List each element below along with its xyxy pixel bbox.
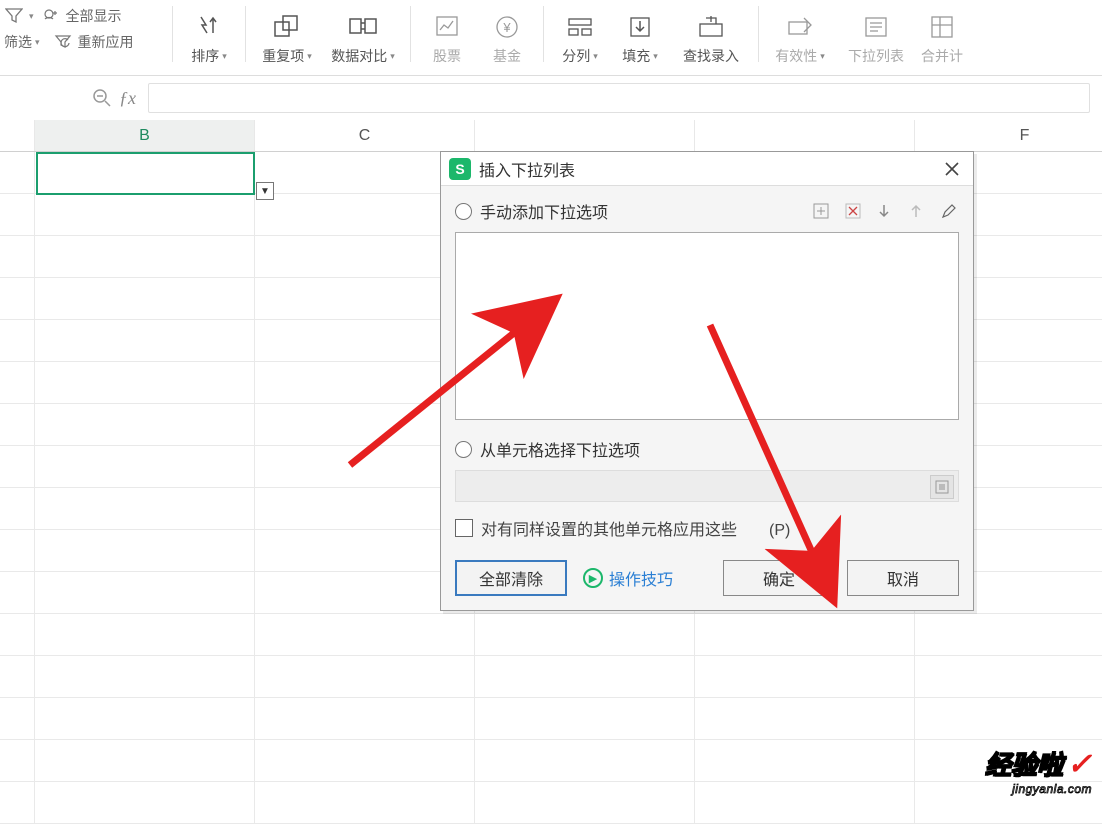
stock-button[interactable]: 股票: [417, 0, 477, 66]
dropdown-list-icon: [859, 10, 893, 44]
find-entry-icon: [694, 10, 728, 44]
reapply-button[interactable]: 重新应用: [52, 32, 134, 52]
stock-icon: [430, 10, 464, 44]
validity-button[interactable]: 有效性▾: [765, 0, 835, 66]
apply-others-checkbox[interactable]: [455, 519, 473, 537]
move-down-icon[interactable]: [877, 203, 895, 219]
col-header-C[interactable]: C: [255, 120, 475, 151]
tips-label: 操作技巧: [609, 566, 673, 590]
manual-radio-label: 手动添加下拉选项: [480, 199, 813, 223]
cell-range-input[interactable]: [455, 470, 959, 502]
col-header-D[interactable]: [475, 120, 695, 151]
find-entry-label: 查找录入: [683, 46, 739, 66]
reapply-label: 重新应用: [78, 32, 134, 52]
formula-input[interactable]: [148, 83, 1090, 113]
column-headers: B C F: [0, 120, 1102, 152]
merge-calc-button[interactable]: 合并计: [917, 0, 967, 66]
merge-calc-label: 合并计: [921, 46, 963, 66]
duplicates-icon: [270, 10, 304, 44]
data-compare-button[interactable]: 数据对比▾: [322, 0, 404, 66]
filter-label: 筛选: [4, 32, 32, 52]
options-listbox[interactable]: [455, 232, 959, 420]
col-header-B[interactable]: B: [35, 120, 255, 151]
fund-button[interactable]: ¥ 基金: [477, 0, 537, 66]
fx-icon[interactable]: ƒx: [119, 88, 136, 109]
show-all-button[interactable]: 全部显示: [40, 6, 122, 26]
fill-label: 填充: [622, 46, 650, 66]
move-up-icon[interactable]: [909, 203, 927, 219]
fill-icon: [623, 10, 657, 44]
ok-button[interactable]: 确定: [723, 560, 835, 596]
validity-label: 有效性: [775, 46, 817, 66]
validity-icon: [783, 10, 817, 44]
watermark: 经验啦 ✓ jingyanla.com: [985, 745, 1092, 796]
data-compare-icon: [346, 10, 380, 44]
check-mark-icon: ✓: [1067, 747, 1092, 782]
cell-radio[interactable]: [455, 441, 472, 458]
dropdown-list-button[interactable]: 下拉列表: [835, 0, 917, 66]
close-button[interactable]: [939, 156, 965, 182]
cell-radio-label: 从单元格选择下拉选项: [480, 437, 959, 461]
clear-all-button[interactable]: 全部清除: [455, 560, 567, 596]
formula-bar: ƒx: [0, 76, 1102, 120]
split-label: 分列: [562, 46, 590, 66]
svg-text:¥: ¥: [502, 20, 511, 35]
fund-icon: ¥: [490, 10, 524, 44]
filter-button[interactable]: ▾: [2, 6, 34, 26]
dialog-title: 插入下拉列表: [479, 157, 939, 181]
tips-link[interactable]: ▶ 操作技巧: [583, 566, 673, 590]
cell-dropdown-arrow[interactable]: ▼: [256, 182, 274, 200]
zoom-out-icon[interactable]: [91, 87, 113, 109]
cancel-button[interactable]: 取消: [847, 560, 959, 596]
merge-calc-icon: [925, 10, 959, 44]
sort-button[interactable]: 排序▾: [179, 0, 239, 66]
selected-cell[interactable]: [36, 152, 255, 195]
col-header-E[interactable]: [695, 120, 915, 151]
dropdown-list-label: 下拉列表: [848, 46, 904, 66]
sort-label: 排序: [191, 46, 219, 66]
reapply-icon: [52, 32, 76, 52]
show-all-label: 全部显示: [66, 6, 122, 26]
delete-item-icon[interactable]: [845, 203, 863, 219]
insert-dropdown-dialog: S 插入下拉列表 手动添加下拉选项 从单元格选择下拉选项: [440, 151, 974, 611]
play-icon: ▶: [583, 568, 603, 588]
sort-icon: [192, 10, 226, 44]
find-entry-button[interactable]: 查找录入: [670, 0, 752, 66]
split-button[interactable]: 分列▾: [550, 0, 610, 66]
dialog-titlebar[interactable]: S 插入下拉列表: [441, 152, 973, 186]
filter-label-row[interactable]: 筛选 ▾: [2, 32, 40, 52]
split-icon: [563, 10, 597, 44]
add-item-icon[interactable]: [813, 203, 831, 219]
watermark-brand: 经验啦: [985, 745, 1063, 782]
range-picker-icon[interactable]: [930, 475, 954, 499]
duplicates-label: 重复项: [262, 46, 304, 66]
fill-button[interactable]: 填充▾: [610, 0, 670, 66]
ribbon-toolbar: ▾ 全部显示 筛选 ▾ 重新应用: [0, 0, 1102, 76]
funnel-icon: [2, 6, 26, 26]
fund-label: 基金: [493, 46, 521, 66]
data-compare-label: 数据对比: [331, 46, 387, 66]
col-header-F[interactable]: F: [915, 120, 1102, 151]
edit-item-icon[interactable]: [941, 203, 959, 219]
show-all-icon: [40, 6, 64, 26]
duplicates-button[interactable]: 重复项▾: [252, 0, 322, 66]
apply-others-label: 对有同样设置的其他单元格应用这些更更(P): [481, 516, 790, 540]
watermark-url: jingyanla.com: [985, 782, 1092, 796]
stock-label: 股票: [433, 46, 461, 66]
wps-logo-icon: S: [449, 158, 471, 180]
manual-radio[interactable]: [455, 203, 472, 220]
